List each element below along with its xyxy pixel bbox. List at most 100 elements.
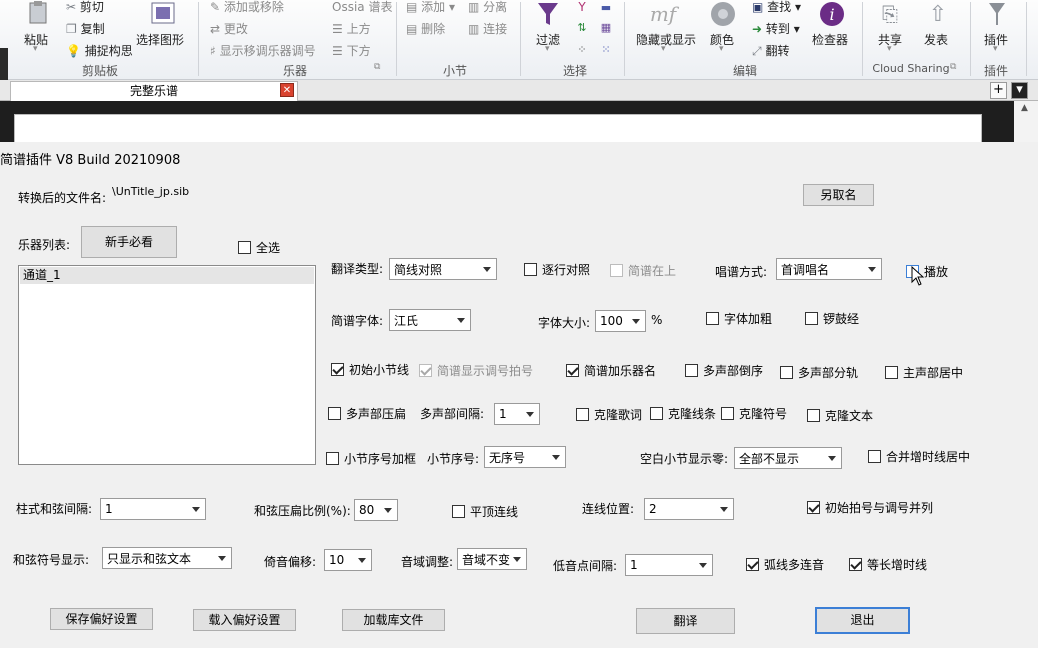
add-remove-instrument-button[interactable]: ✎ 添加或移除	[210, 0, 284, 15]
rename-button[interactable]: 另取名	[803, 184, 874, 206]
font-bold-checkbox[interactable]: 字体加粗	[706, 310, 772, 327]
chord-compress-select[interactable]: 80	[354, 499, 398, 521]
bar-number-select[interactable]: 无序号	[484, 446, 566, 468]
copy-button[interactable]: ❐ 复制	[66, 20, 105, 37]
flat-slur-box[interactable]	[452, 505, 465, 518]
delete-bar-button[interactable]: ▤ 删除	[406, 20, 445, 37]
inspector-button[interactable]: 检查器	[812, 31, 848, 48]
score-paper[interactable]	[14, 114, 982, 144]
cut-button[interactable]: ✂ 剪切	[66, 0, 104, 15]
clone-lines-checkbox[interactable]: 克隆线条	[650, 405, 716, 422]
scroll-up-icon[interactable]: ▲	[1021, 103, 1028, 113]
close-tab-icon[interactable]: ✕	[280, 83, 294, 97]
multi-reverse-box[interactable]	[685, 364, 698, 377]
chord-spacing-select[interactable]: 1	[100, 498, 206, 520]
clone-lines-box[interactable]	[650, 407, 663, 420]
merge-tie-center-checkbox[interactable]: 合并增时线居中	[868, 448, 970, 465]
vertical-scrollbar[interactable]: ▲	[1014, 101, 1038, 142]
ossia-above-button[interactable]: ☰ 上方	[332, 20, 371, 37]
select-swap-icon[interactable]: ⇅	[574, 20, 590, 34]
exit-button[interactable]: 退出	[815, 607, 910, 634]
color-dropdown-icon[interactable]: ▾	[719, 44, 724, 54]
tab-menu-button[interactable]: ▾	[1011, 82, 1028, 99]
clone-symbols-checkbox[interactable]: 克隆符号	[721, 405, 787, 422]
change-instrument-button[interactable]: ⇄ 更改	[210, 20, 248, 37]
flat-slur-checkbox[interactable]: 平顶连线	[452, 503, 518, 520]
arc-multi-tie-checkbox[interactable]: 弧线多连音	[746, 556, 824, 573]
grace-offset-select[interactable]: 10	[324, 549, 372, 571]
select-all-box[interactable]	[238, 241, 251, 254]
clone-symbols-box[interactable]	[721, 407, 734, 420]
multi-split-box[interactable]	[780, 366, 793, 379]
main-center-checkbox[interactable]: 主声部居中	[885, 364, 963, 381]
add-instrument-name-box[interactable]	[566, 364, 579, 377]
multi-split-checkbox[interactable]: 多声部分轨	[780, 364, 858, 381]
capture-idea-button[interactable]: 💡 捕捉构思	[66, 42, 133, 59]
jianpu-font-select[interactable]: 江氏	[389, 309, 471, 331]
select-scatter-icon[interactable]: ⁙	[598, 42, 614, 56]
list-item[interactable]: 通道_1	[20, 267, 314, 284]
publish-icon[interactable]: ⇧	[924, 0, 952, 28]
select-row-icon[interactable]: ▬	[598, 0, 614, 14]
publish-button[interactable]: 发表	[924, 31, 948, 48]
paste-dropdown-icon[interactable]: ▾	[33, 44, 38, 54]
equal-tie-checkbox[interactable]: 等长增时线	[849, 556, 927, 573]
select-all-checkbox[interactable]: 全选	[238, 239, 280, 256]
color-icon[interactable]	[708, 0, 738, 28]
flip-button[interactable]: ⤢ 翻转	[752, 42, 789, 59]
drum-staff-checkbox[interactable]: 锣鼓经	[805, 310, 859, 327]
add-instrument-name-checkbox[interactable]: 简谱加乐器名	[566, 362, 656, 379]
line-by-line-checkbox[interactable]: 逐行对照	[524, 261, 590, 278]
share-icon[interactable]: ⎘	[876, 0, 904, 28]
hide-show-button[interactable]: 隐藏或显示	[636, 31, 696, 48]
select-graphic-icon[interactable]	[148, 0, 178, 26]
select-filter-icon[interactable]: Y	[574, 0, 590, 14]
translate-type-select[interactable]: 简线对照	[389, 258, 497, 280]
bar-number-box-checkbox[interactable]: 小节序号加框	[326, 450, 416, 467]
select-rows-icon[interactable]: ▦	[598, 20, 614, 34]
select-more-icon[interactable]: ⁘	[574, 42, 590, 56]
plugin-dropdown-icon[interactable]: ▾	[993, 44, 998, 54]
font-size-select[interactable]: 100	[595, 310, 646, 332]
ossia-below-button[interactable]: ☰ 下方	[332, 42, 371, 59]
multi-reverse-checkbox[interactable]: 多声部倒序	[685, 362, 763, 379]
main-center-box[interactable]	[885, 366, 898, 379]
add-tab-button[interactable]: +	[990, 82, 1007, 99]
filter-icon[interactable]	[534, 0, 562, 28]
empty-bar-zero-select[interactable]: 全部不显示	[734, 447, 842, 469]
multi-spacing-select[interactable]: 1	[494, 403, 540, 425]
load-library-button[interactable]: 加载库文件	[342, 609, 445, 631]
select-graphic-button[interactable]: 选择图形	[136, 31, 184, 48]
guide-button[interactable]: 新手必看	[81, 226, 177, 258]
font-bold-box[interactable]	[706, 312, 719, 325]
load-prefs-button[interactable]: 载入偏好设置	[193, 609, 296, 631]
split-bar-button[interactable]: ▥ 分离	[468, 0, 507, 15]
clone-text-checkbox[interactable]: 克隆文本	[807, 407, 873, 424]
hide-show-icon[interactable]: mf	[648, 0, 678, 28]
inspector-icon[interactable]: i	[818, 0, 846, 28]
save-prefs-button[interactable]: 保存偏好设置	[50, 608, 153, 630]
tab-full-score[interactable]: 完整乐谱	[10, 81, 298, 101]
bar-number-box-box[interactable]	[326, 452, 339, 465]
initial-barline-box[interactable]	[331, 363, 344, 376]
slur-position-select[interactable]: 2	[644, 498, 734, 520]
clone-lyrics-box[interactable]	[576, 408, 589, 421]
join-bar-button[interactable]: ▥ 连接	[468, 20, 507, 37]
translate-button[interactable]: 翻译	[636, 608, 735, 634]
hide-show-dropdown-icon[interactable]: ▾	[661, 44, 666, 54]
initial-barline-checkbox[interactable]: 初始小节线	[331, 361, 409, 378]
arc-multi-tie-box[interactable]	[746, 558, 759, 571]
instruments-dialog-launcher-icon[interactable]: ⧉	[374, 62, 380, 72]
goto-button[interactable]: ➜ 转到 ▾	[752, 20, 800, 37]
multi-compress-box[interactable]	[328, 407, 341, 420]
solfege-mode-select[interactable]: 首调唱名	[776, 258, 882, 280]
range-adjust-select[interactable]: 音域不变	[457, 548, 527, 570]
find-button[interactable]: ▣ 查找 ▾	[752, 0, 801, 15]
clone-text-box[interactable]	[807, 409, 820, 422]
show-transposing-button[interactable]: ♯ 显示移调乐器调号	[210, 42, 316, 59]
filter-dropdown-icon[interactable]: ▾	[545, 44, 550, 54]
cloud-dialog-launcher-icon[interactable]: ⧉	[950, 62, 956, 72]
paste-icon[interactable]	[24, 0, 52, 26]
initial-meter-key-box[interactable]	[807, 501, 820, 514]
add-bar-button[interactable]: ▤ 添加 ▾	[406, 0, 455, 15]
